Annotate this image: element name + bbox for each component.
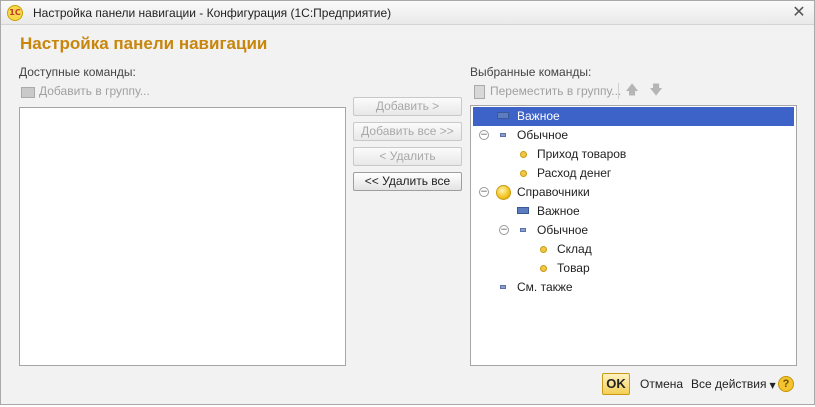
available-commands-list[interactable] [19, 107, 346, 366]
tree-item-label: Приход товаров [537, 147, 627, 161]
tree-item[interactable]: − Обычное [473, 126, 794, 145]
command-dot-icon [539, 265, 547, 272]
tree-item-label: Товар [557, 261, 590, 275]
ok-button[interactable]: OK [602, 373, 630, 395]
move-down-icon[interactable]: 🡇 [648, 83, 664, 99]
title-bar[interactable]: 1С Настройка панели навигации - Конфигур… [1, 1, 814, 25]
group-icon [495, 185, 511, 200]
tree-item-label: Обычное [537, 223, 589, 237]
add-button[interactable]: Добавить > [353, 97, 462, 116]
tree-item[interactable]: Важное [473, 202, 794, 221]
section-small-icon [520, 228, 526, 232]
tree-item-label: Обычное [517, 128, 569, 142]
tree-item-label: См. также [517, 280, 573, 294]
command-dot-icon [519, 151, 527, 158]
tree-item[interactable]: Товар [473, 259, 794, 278]
move-to-group-button[interactable]: Переместить в группу... [472, 84, 622, 99]
command-dot-icon [519, 170, 527, 177]
all-actions-button[interactable]: Все действия ▼ [691, 377, 776, 391]
move-to-group-label: Переместить в группу... [490, 84, 622, 98]
section-icon [517, 207, 529, 214]
add-all-button[interactable]: Добавить все >> [353, 122, 462, 141]
tree-item[interactable]: − Обычное [473, 221, 794, 240]
tree-item[interactable]: − Справочники [473, 183, 794, 202]
move-group-icon [472, 85, 486, 99]
all-actions-label: Все действия [691, 377, 767, 391]
toolbar-separator [618, 83, 619, 99]
move-up-icon[interactable]: 🡅 [624, 83, 640, 99]
add-to-group-label: Добавить в группу... [39, 84, 150, 98]
available-commands-label: Доступные команды: [19, 65, 136, 79]
dialog-window: 1С Настройка панели навигации - Конфигур… [0, 0, 815, 405]
cancel-button[interactable]: Отмена [640, 377, 683, 391]
close-icon[interactable]: ✕ [790, 3, 808, 21]
tree-item[interactable]: Склад [473, 240, 794, 259]
window-title: Настройка панели навигации - Конфигураци… [33, 6, 392, 20]
tree-item-label: Склад [557, 242, 592, 256]
section-small-icon [500, 285, 506, 289]
remove-all-button[interactable]: << Удалить все [353, 172, 462, 191]
section-small-icon [500, 133, 506, 137]
tree-item-label: Справочники [517, 185, 590, 199]
selected-commands-label: Выбранные команды: [470, 65, 592, 79]
tree-item-label: Важное [517, 109, 560, 123]
help-icon[interactable]: ? [778, 376, 794, 392]
add-to-group-button[interactable]: Добавить в группу... [21, 84, 150, 98]
command-dot-icon [539, 246, 547, 253]
page-title: Настройка панели навигации [20, 34, 268, 53]
tree-item[interactable]: Важное [473, 107, 794, 126]
tree-item-label: Важное [537, 204, 580, 218]
selected-commands-tree[interactable]: Важное − Обычное Приход товаров Расход денег… [470, 105, 797, 366]
collapse-toggle-icon[interactable]: − [479, 187, 489, 197]
tree-item[interactable]: Расход денег [473, 164, 794, 183]
collapse-toggle-icon[interactable]: − [499, 225, 509, 235]
collapse-toggle-icon[interactable]: − [479, 130, 489, 140]
tree-item[interactable]: См. также [473, 278, 794, 297]
section-icon [497, 112, 509, 119]
remove-button[interactable]: < Удалить [353, 147, 462, 166]
add-group-icon [21, 85, 35, 98]
app-logo-icon: 1С [7, 5, 23, 21]
tree-item-label: Расход денег [537, 166, 612, 180]
tree-item[interactable]: Приход товаров [473, 145, 794, 164]
chevron-down-icon: ▼ [769, 381, 776, 390]
